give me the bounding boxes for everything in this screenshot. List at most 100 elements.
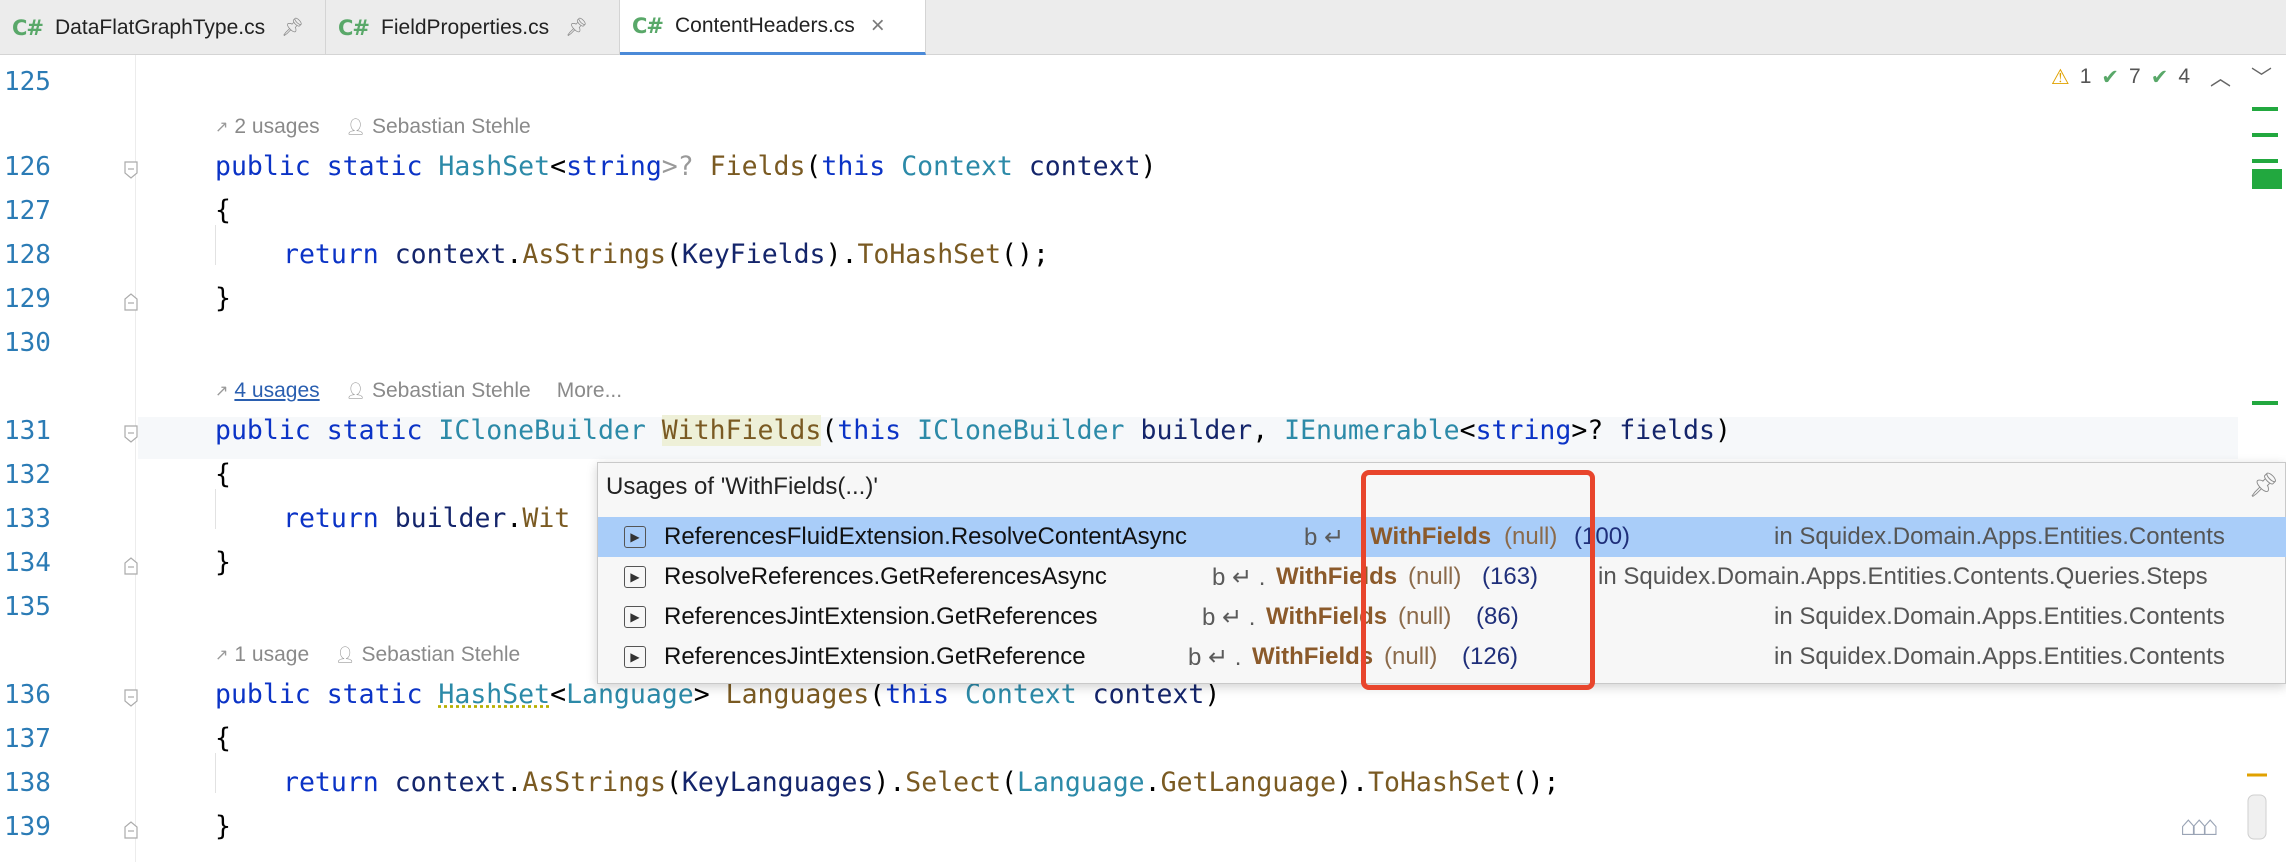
typo-count: 4 (2178, 65, 2190, 88)
method-icon: ▶ (624, 646, 646, 668)
change-marker[interactable] (2252, 169, 2282, 189)
tab-label: DataFlatGraphType.cs (55, 15, 266, 39)
csharp-file-icon: C# (12, 15, 44, 40)
editor-tab-bar: C# DataFlatGraphType.cs 📌︎ C# FieldPrope… (0, 0, 2286, 55)
usages-icon: ↗︎ (215, 647, 229, 664)
line-number: 137 (4, 724, 51, 754)
usage-location: in Squidex.Domain.Apps.Entities.Contents (1774, 603, 2225, 630)
tab-label: FieldProperties.cs (381, 15, 550, 39)
usages-link[interactable]: 1 usage (234, 643, 309, 667)
line-number: 131 (4, 416, 51, 446)
line-number: 136 (4, 680, 51, 710)
usages-link[interactable]: 4 usages (234, 379, 319, 403)
method-icon: ▶ (624, 566, 646, 588)
usages-link[interactable]: 2 usages (234, 115, 319, 139)
tab-contentheaders[interactable]: C# ContentHeaders.cs × (620, 0, 926, 55)
line-number: 129 (4, 284, 51, 314)
chevron-down-icon[interactable]: ﹀ (2251, 62, 2272, 92)
code-vision-hint: ↗︎ 2 usages 👤︎ Sebastian Stehle (215, 115, 531, 139)
scrollbar-thumb[interactable] (2245, 773, 2269, 843)
more-link[interactable]: More... (557, 379, 622, 403)
fold-icon[interactable] (124, 161, 138, 179)
line-number: 127 (4, 196, 51, 226)
code-line-137[interactable]: { (215, 723, 231, 754)
chevron-up-icon[interactable]: ︿ (2210, 62, 2231, 92)
code-line-126[interactable]: public static HashSet<string>? Fields(th… (215, 151, 1157, 182)
ok-count: 7 (2129, 65, 2141, 88)
usage-location: in Squidex.Domain.Apps.Entities.Contents (1774, 523, 2225, 550)
line-number: 125 (4, 67, 51, 97)
code-line-138[interactable]: return context.AsStrings(KeyLanguages).S… (283, 767, 1560, 798)
code-line-131[interactable]: public static ICloneBuilder WithFields(t… (215, 415, 1731, 446)
line-number: 132 (4, 460, 51, 490)
tab-fieldproperties[interactable]: C# FieldProperties.cs 📌︎ (326, 0, 620, 55)
fold-icon[interactable] (124, 425, 138, 443)
line-number: 135 (4, 592, 51, 622)
highlight-annotation-box (1361, 470, 1595, 690)
author-label[interactable]: Sebastian Stehle (372, 115, 531, 139)
double-check-icon: ✔︎ (2150, 65, 2169, 89)
usages-icon: ↗︎ (215, 383, 229, 400)
usage-location: in Squidex.Domain.Apps.Entities.Contents… (1598, 563, 2208, 590)
csharp-file-icon: C# (338, 15, 370, 40)
usage-prefix: b ↵ (1304, 524, 1345, 551)
change-marker[interactable] (2252, 107, 2278, 111)
code-line-133[interactable]: return builder.Wit (283, 503, 570, 534)
code-line-139[interactable]: } (215, 811, 231, 842)
code-line-134[interactable]: } (215, 547, 231, 578)
usage-method: ReferencesJintExtension.GetReferences (664, 603, 1098, 630)
code-line-128[interactable]: return context.AsStrings(KeyFields).ToHa… (283, 239, 1049, 270)
line-number: 130 (4, 328, 51, 358)
fold-end-icon[interactable] (124, 293, 138, 311)
method-icon: ▶ (624, 606, 646, 628)
usage-prefix: b ↵ . (1188, 644, 1242, 671)
fold-icon[interactable] (124, 689, 138, 707)
usage-prefix: b ↵ . (1202, 604, 1256, 631)
change-marker[interactable] (2252, 159, 2278, 163)
inspection-widget[interactable]: ⚠ 1 ✔ 7 ✔︎ 4 ︿ ﹀ (2051, 62, 2272, 92)
author-icon: 👤︎ (345, 383, 366, 400)
usage-method: ReferencesFluidExtension.ResolveContentA… (664, 523, 1187, 550)
pin-icon[interactable]: 📌︎ (2249, 471, 2279, 500)
method-icon: ▶ (624, 526, 646, 548)
pin-icon[interactable]: 📌︎ (281, 17, 304, 38)
warning-count: 1 (2079, 65, 2092, 88)
tab-label: ContentHeaders.cs (675, 14, 855, 37)
code-line-132[interactable]: { (215, 459, 231, 490)
popup-title: Usages of 'WithFields(...)' (606, 473, 878, 500)
code-structure-icons[interactable]: ⌂⌂⌂ (2180, 810, 2219, 842)
line-number: 128 (4, 240, 51, 270)
usage-location: in Squidex.Domain.Apps.Entities.Contents (1774, 643, 2225, 670)
code-vision-hint: ↗︎ 4 usages 👤︎ Sebastian Stehle More... (215, 379, 622, 403)
author-label[interactable]: Sebastian Stehle (372, 379, 531, 403)
author-label[interactable]: Sebastian Stehle (361, 643, 520, 667)
author-icon: 👤︎ (345, 119, 366, 136)
usage-method: ReferencesJintExtension.GetReference (664, 643, 1086, 670)
usage-prefix: b ↵ . (1212, 564, 1266, 591)
check-icon: ✔ (2101, 65, 2120, 89)
line-number: 139 (4, 812, 51, 842)
indent-guide (215, 225, 216, 265)
tab-dataflatgraphtype[interactable]: C# DataFlatGraphType.cs 📌︎ (0, 0, 326, 55)
indent-guide (215, 753, 216, 793)
line-number: 126 (4, 152, 51, 182)
line-number: 138 (4, 768, 51, 798)
code-vision-hint: ↗︎ 1 usage 👤︎ Sebastian Stehle (215, 643, 520, 667)
change-marker[interactable] (2252, 401, 2278, 405)
author-icon: 👤︎ (335, 647, 356, 664)
fold-end-icon[interactable] (124, 557, 138, 575)
code-editor[interactable]: 125 126 127 128 129 130 131 132 133 134 … (0, 55, 2286, 862)
csharp-file-icon: C# (632, 14, 664, 38)
usage-call: WithFields (1252, 643, 1374, 670)
code-line-127[interactable]: { (215, 195, 231, 226)
fold-end-icon[interactable] (124, 821, 138, 839)
pin-icon[interactable]: 📌︎ (565, 17, 588, 38)
change-marker[interactable] (2252, 133, 2278, 137)
usages-icon: ↗︎ (215, 119, 229, 136)
warning-icon: ⚠ (2050, 65, 2070, 89)
indent-guide (215, 489, 216, 529)
usage-method: ResolveReferences.GetReferencesAsync (664, 563, 1107, 590)
line-number: 133 (4, 504, 51, 534)
close-icon[interactable]: × (871, 12, 885, 40)
code-line-129[interactable]: } (215, 283, 231, 314)
